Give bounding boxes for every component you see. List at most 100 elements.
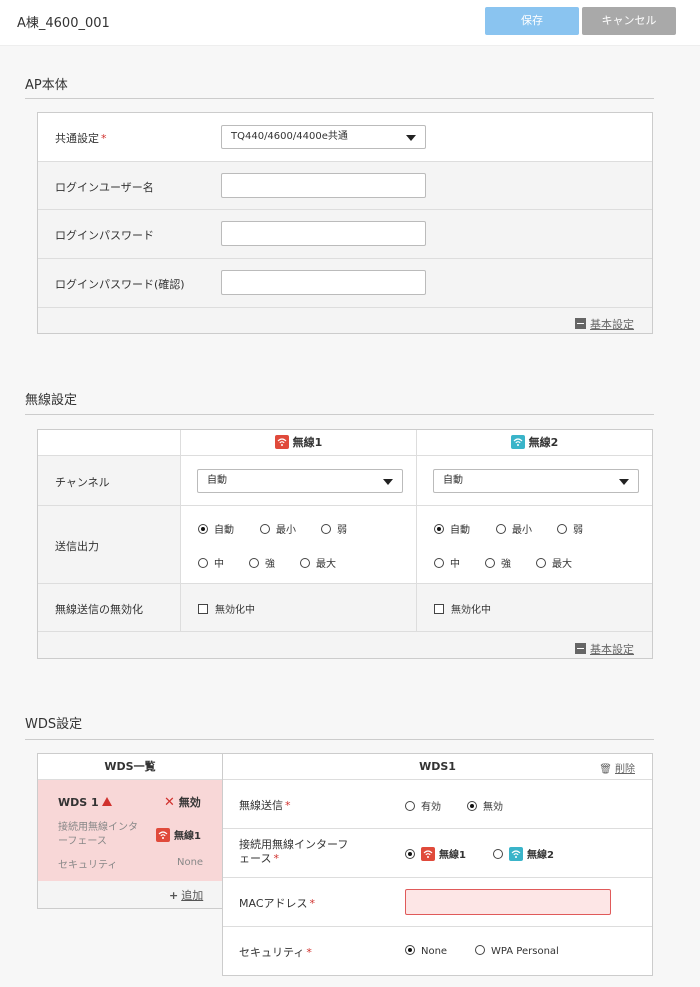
wds-item-security-value: None bbox=[177, 857, 204, 868]
radio-selected-icon bbox=[467, 801, 477, 811]
page-title: A棟_4600_001 bbox=[17, 16, 110, 31]
wds-item-iface-value: 無線1 bbox=[156, 827, 201, 842]
collapse-icon bbox=[575, 643, 586, 654]
power1-option-max[interactable]: 最大 bbox=[300, 555, 336, 570]
wds-tx-option-enable[interactable]: 有効 bbox=[405, 798, 441, 813]
wds-list-item[interactable]: WDS 1 ✕ 無効 接続用無線インターフェース 無線1 セキュリティ None bbox=[38, 780, 222, 881]
login-password-label: ログインパスワード bbox=[55, 229, 154, 242]
cancel-button[interactable]: キャンセル bbox=[582, 7, 676, 35]
channel-label: チャンネル bbox=[55, 476, 110, 489]
channel2-cell: 自動 bbox=[417, 456, 652, 506]
power2-option-max[interactable]: 最大 bbox=[536, 555, 572, 570]
wds-item-security-label: セキュリティ bbox=[58, 860, 118, 871]
radio1-header: 無線1 bbox=[181, 430, 417, 456]
checkbox-icon bbox=[434, 604, 444, 614]
power2-option-mid[interactable]: 中 bbox=[434, 555, 460, 570]
disable-label-cell: 無線送信の無効化 bbox=[38, 584, 181, 632]
common-setting-select[interactable]: TQ440/4600/4400e共通 bbox=[221, 125, 426, 149]
channel1-cell: 自動 bbox=[181, 456, 417, 506]
wds-iface-option-2[interactable]: 無線2 bbox=[493, 846, 554, 861]
radio-icon bbox=[405, 801, 415, 811]
wds-mac-input[interactable] bbox=[405, 889, 611, 915]
power-label: 送信出力 bbox=[55, 540, 99, 553]
radio-selected-icon bbox=[405, 945, 415, 955]
channel1-select[interactable]: 自動 bbox=[197, 469, 403, 493]
disable-label: 無線送信の無効化 bbox=[55, 603, 143, 616]
radio-selected-icon bbox=[198, 524, 208, 534]
power1-option-auto[interactable]: 自動 bbox=[198, 521, 234, 536]
power1-cell: 自動 最小 弱 中 強 最大 bbox=[181, 506, 417, 584]
power-label-cell: 送信出力 bbox=[38, 506, 181, 584]
section-divider bbox=[25, 98, 654, 99]
close-icon: ✕ bbox=[164, 795, 175, 810]
login-password-confirm-label: ログインパスワード(確認) bbox=[55, 278, 185, 291]
wds-add-link[interactable]: + 追加 bbox=[169, 887, 203, 903]
radio-icon bbox=[475, 945, 485, 955]
login-password-confirm-input[interactable] bbox=[221, 270, 426, 295]
collapse-icon bbox=[575, 318, 586, 329]
checkbox-icon bbox=[198, 604, 208, 614]
wds-item-iface-label: 接続用無線インターフェース bbox=[58, 822, 138, 847]
disable2-checkbox[interactable]: 無効化中 bbox=[434, 601, 491, 616]
wds-security-option-none[interactable]: None bbox=[405, 945, 447, 957]
wds-mac-label: MACアドレス * bbox=[239, 897, 316, 910]
ap-basic-settings-link[interactable]: 基本設定 bbox=[575, 316, 634, 332]
top-bar: A棟_4600_001 保存 キャンセル bbox=[0, 0, 700, 46]
wds-security-row: セキュリティ * None WPA Personal bbox=[223, 927, 652, 975]
radio-icon bbox=[493, 849, 503, 859]
grid-corner bbox=[38, 430, 181, 456]
plus-icon: + bbox=[169, 889, 179, 902]
login-password-confirm-row: ログインパスワード(確認) bbox=[38, 259, 652, 308]
save-button[interactable]: 保存 bbox=[485, 7, 579, 35]
chevron-down-icon bbox=[619, 479, 629, 485]
ap-section-title: AP本体 bbox=[25, 78, 68, 93]
section-divider bbox=[25, 739, 654, 740]
radio-icon bbox=[260, 524, 270, 534]
wifi-icon bbox=[274, 435, 289, 449]
wireless-section-title: 無線設定 bbox=[25, 393, 78, 408]
power2-option-weak[interactable]: 弱 bbox=[557, 521, 583, 536]
wifi-icon bbox=[421, 847, 435, 861]
power1-option-weak[interactable]: 弱 bbox=[321, 521, 347, 536]
radio-icon bbox=[557, 524, 567, 534]
wds-delete-link[interactable]: 🗑 削除 bbox=[599, 760, 635, 775]
disable2-cell: 無効化中 bbox=[417, 584, 652, 632]
login-user-label: ログインユーザー名 bbox=[55, 181, 154, 194]
common-setting-row: 共通設定 * TQ440/4600/4400e共通 bbox=[38, 113, 652, 162]
wds-item-status: ✕ 無効 bbox=[164, 795, 201, 810]
power1-option-mid[interactable]: 中 bbox=[198, 555, 224, 570]
wifi-icon bbox=[509, 847, 523, 861]
power2-option-strong[interactable]: 強 bbox=[485, 555, 511, 570]
power2-option-min[interactable]: 最小 bbox=[496, 521, 532, 536]
common-setting-label: 共通設定 * bbox=[55, 132, 107, 145]
wireless-basic-settings-link[interactable]: 基本設定 bbox=[575, 641, 634, 657]
radio-icon bbox=[198, 558, 208, 568]
trash-icon: 🗑 bbox=[599, 764, 612, 775]
channel2-select[interactable]: 自動 bbox=[433, 469, 639, 493]
wds-iface-row: 接続用無線インターフェース * 無線1 無線2 bbox=[223, 829, 652, 878]
disable1-checkbox[interactable]: 無効化中 bbox=[198, 601, 255, 616]
power2-option-auto[interactable]: 自動 bbox=[434, 521, 470, 536]
radio-icon bbox=[300, 558, 310, 568]
login-password-row: ログインパスワード bbox=[38, 210, 652, 259]
ap-panel: 共通設定 * TQ440/4600/4400e共通 ログインユーザー名 ログインパ… bbox=[37, 112, 653, 334]
power1-option-min[interactable]: 最小 bbox=[260, 521, 296, 536]
wds-detail-header: WDS1 bbox=[223, 754, 652, 780]
wds-detail-panel: WDS1 🗑 削除 無線送信 * 有効 無効 接続用無線インターフェース * 無線1 … bbox=[222, 753, 653, 976]
disable1-cell: 無効化中 bbox=[181, 584, 417, 632]
radio-selected-icon bbox=[434, 524, 444, 534]
radio-icon bbox=[321, 524, 331, 534]
channel-label-cell: チャンネル bbox=[38, 456, 181, 506]
section-divider bbox=[25, 414, 654, 415]
login-password-input[interactable] bbox=[221, 221, 426, 246]
wds-iface-option-1[interactable]: 無線1 bbox=[405, 846, 466, 861]
wds-section-title: WDS設定 bbox=[25, 717, 83, 732]
wds-security-option-wpa[interactable]: WPA Personal bbox=[475, 945, 559, 957]
wds-tx-option-disable[interactable]: 無効 bbox=[467, 798, 503, 813]
chevron-down-icon bbox=[383, 479, 393, 485]
wds-item-name: WDS 1 bbox=[58, 796, 112, 809]
power1-option-strong[interactable]: 強 bbox=[249, 555, 275, 570]
login-user-input[interactable] bbox=[221, 173, 426, 198]
radio-icon bbox=[496, 524, 506, 534]
wds-list-header: WDS一覧 bbox=[38, 754, 222, 780]
